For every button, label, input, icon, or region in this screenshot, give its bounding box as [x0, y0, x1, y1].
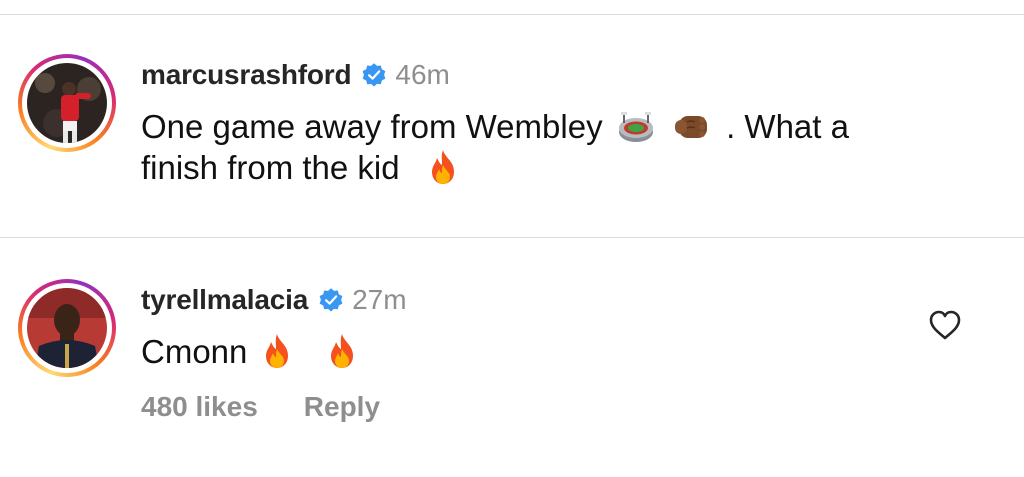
reply-button[interactable]: Reply [304, 391, 380, 423]
avatar-story-ring[interactable] [18, 54, 116, 152]
fire-emoji [330, 334, 353, 368]
avatar[interactable] [27, 63, 107, 143]
comment-text: Cmonn [141, 331, 941, 372]
comment-text: One game away from Wembley . What a fini… [141, 106, 941, 188]
avatar[interactable] [27, 288, 107, 368]
stadium-emoji [618, 112, 653, 142]
comment-time: 27m [352, 284, 407, 315]
fire-emoji [431, 150, 454, 184]
avatar-gap [22, 283, 112, 373]
comment-text-part: Cmonn [141, 333, 248, 370]
likes-count[interactable]: 480 likes [141, 391, 258, 423]
comment-time: 46m [395, 59, 450, 90]
comment-meta: marcusrashford 46m [141, 58, 450, 92]
fire-emoji [265, 334, 288, 368]
comment-item: tyrellmalacia 27m Cmonn 480 likes Reply [0, 275, 1024, 445]
divider-top [0, 14, 1024, 15]
comment-text-part: One game away from Wembley [141, 108, 603, 145]
username-link[interactable]: tyrellmalacia [141, 284, 308, 316]
verified-badge-icon [363, 63, 386, 87]
avatar-story-ring[interactable] [18, 279, 116, 377]
heart-outline-icon[interactable] [928, 309, 962, 341]
comment-text-part: . What a [726, 108, 849, 145]
divider-middle [0, 237, 1024, 238]
username-link[interactable]: marcusrashford [141, 59, 352, 91]
comment-item: marcusrashford 46m One game away from We… [0, 50, 1024, 220]
fist-emoji [674, 116, 707, 138]
comment-meta: tyrellmalacia 27m [141, 283, 407, 317]
avatar-gap [22, 58, 112, 148]
comment-actions: 480 likes Reply [141, 391, 380, 423]
verified-badge-icon [319, 288, 343, 312]
comments-page: marcusrashford 46m One game away from We… [0, 0, 1024, 477]
comment-text-part: finish from the kid [141, 149, 400, 186]
